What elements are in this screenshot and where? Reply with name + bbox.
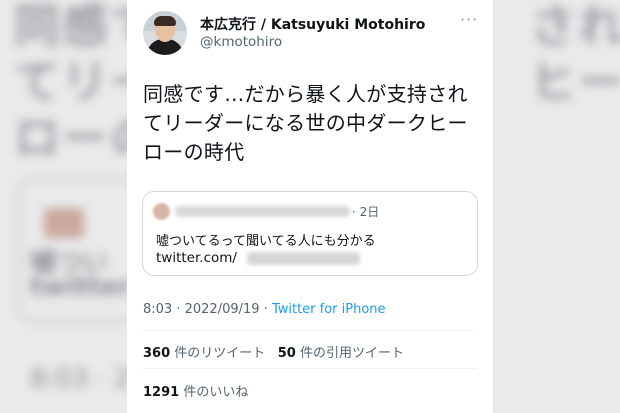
quoted-tweet[interactable]: · 2日 嘘ついてるって聞いてる人にも分かる twitter.com/	[142, 191, 478, 276]
tweet-time[interactable]: 8:03	[143, 302, 172, 317]
likes-stat[interactable]: 1291 件のいいね	[143, 381, 248, 400]
retweets-stat[interactable]: 360 件のリツイート	[143, 346, 265, 361]
tweet-card: 本広克行 / Katsuyuki Motohiro @kmotohiro ···…	[127, 0, 493, 413]
quoted-name-blurred	[175, 206, 350, 217]
tweet-line: 同感です…だから暴く人が支持され	[143, 82, 468, 106]
meta-separator: ·	[172, 302, 185, 317]
meta-separator: ·	[259, 302, 272, 317]
tweet-stats: 360 件のリツイート 50 件の引用ツイート	[143, 342, 404, 361]
author-handle[interactable]: @kmotohiro	[200, 34, 282, 50]
author-name[interactable]: 本広克行 / Katsuyuki Motohiro	[200, 14, 425, 34]
quoted-text: 嘘ついてるって聞いてる人にも分かる	[156, 234, 376, 249]
divider	[143, 330, 477, 331]
tweet-text: 同感です…だから暴く人が支持され てリーダーになる世の中ダークヒー ローの時代	[143, 80, 481, 167]
author-avatar[interactable]	[143, 11, 187, 55]
quoted-link[interactable]: twitter.com/	[156, 250, 237, 266]
quoted-avatar-blurred	[153, 203, 170, 220]
more-dots-icon[interactable]: ···	[460, 10, 478, 29]
tweet-source[interactable]: Twitter for iPhone	[272, 302, 386, 317]
tweet-date[interactable]: 2022/09/19	[185, 302, 260, 317]
tweet-line: ローの時代	[143, 140, 245, 164]
divider	[143, 368, 477, 369]
quotes-stat[interactable]: 50 件の引用ツイート	[278, 346, 404, 361]
tweet-line: てリーダーになる世の中ダークヒー	[143, 111, 468, 135]
quoted-time: · 2日	[352, 205, 380, 219]
tweet-meta: 8:03 · 2022/09/19 · Twitter for iPhone	[143, 302, 386, 317]
quoted-link-blurred	[247, 252, 360, 265]
